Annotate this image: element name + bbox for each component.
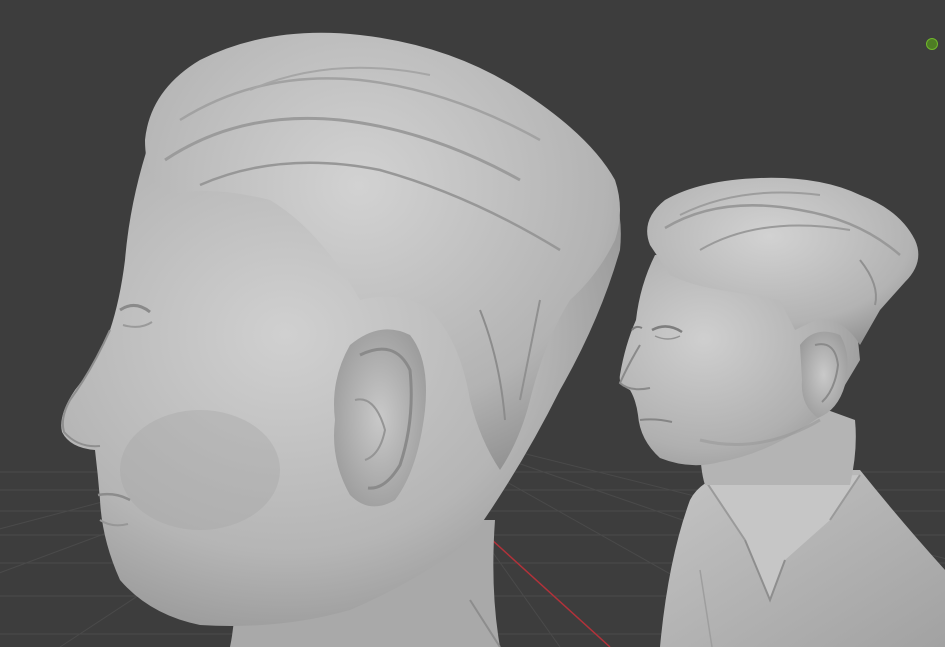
head-side-profile[interactable]: [61, 32, 621, 647]
3d-viewport[interactable]: [0, 0, 945, 647]
green-circle-icon[interactable]: [926, 38, 938, 50]
viewport-scene: [0, 32, 945, 647]
bust-three-quarter[interactable]: [618, 177, 945, 647]
